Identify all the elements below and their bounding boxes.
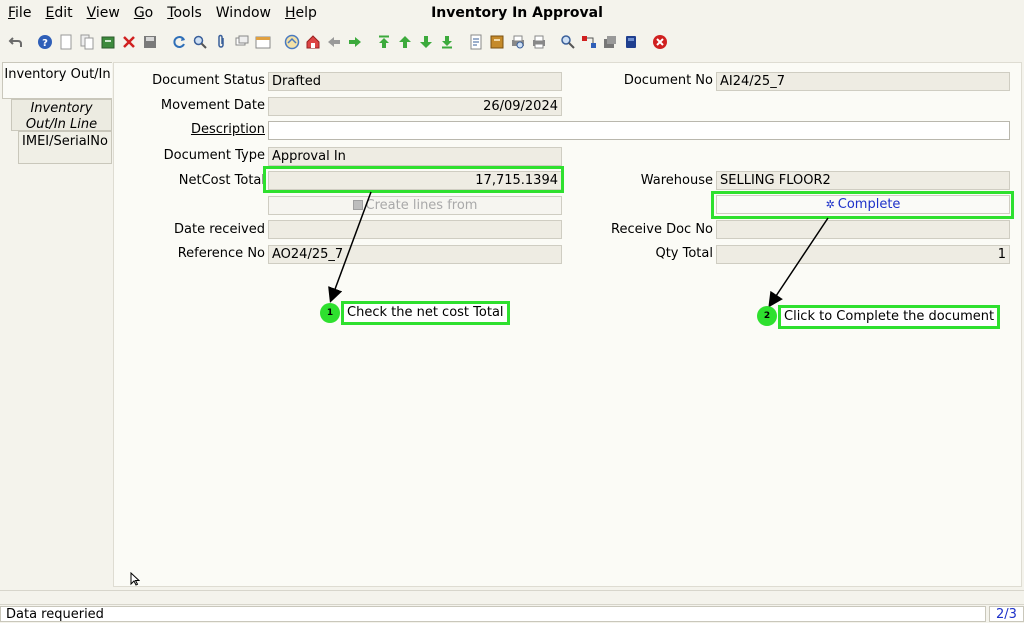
document-type-label: Document Type	[163, 148, 265, 163]
home-page-icon[interactable]	[303, 32, 323, 52]
callout-2-text: Click to Complete the document	[778, 305, 1001, 329]
gear-icon: ✲	[825, 198, 835, 211]
end-icon[interactable]	[650, 32, 670, 52]
last-record-icon[interactable]	[437, 32, 457, 52]
menu-edit[interactable]: Edit	[38, 0, 79, 26]
document-no-label: Document No	[623, 73, 713, 88]
new-record-icon[interactable]	[56, 32, 76, 52]
mouse-cursor	[130, 572, 140, 586]
save-icon[interactable]	[140, 32, 160, 52]
document-status-label: Document Status	[152, 73, 265, 88]
zoom-across-icon[interactable]	[558, 32, 578, 52]
receive-doc-no-label: Receive Doc No	[611, 222, 713, 237]
archive-icon[interactable]	[98, 32, 118, 52]
next-record-icon[interactable]	[416, 32, 436, 52]
callout-1-text: Check the net cost Total	[341, 301, 510, 325]
archived-documents-icon[interactable]	[487, 32, 507, 52]
product-info-icon[interactable]	[621, 32, 641, 52]
description-input[interactable]	[268, 121, 1010, 140]
chat-icon[interactable]	[232, 32, 252, 52]
menu-bar: File Edit View Go Tools Window Help	[0, 0, 1024, 26]
find-icon[interactable]	[190, 32, 210, 52]
receive-doc-no-field[interactable]	[716, 220, 1010, 239]
movement-date-label: Movement Date	[160, 98, 265, 113]
menu-file[interactable]: File	[0, 0, 38, 26]
description-label: Description	[190, 122, 265, 137]
previous-record-icon[interactable]	[395, 32, 415, 52]
warehouse-field[interactable]: SELLING FLOOR2	[716, 171, 1010, 190]
menu-go[interactable]: Go	[127, 0, 160, 26]
menu-window[interactable]: Window	[209, 0, 278, 26]
document-type-field[interactable]: Approval In	[268, 147, 562, 166]
refresh-icon[interactable]	[169, 32, 189, 52]
menu-help[interactable]: Help	[278, 0, 324, 26]
netcost-total-field: 17,715.1394	[268, 171, 562, 190]
record-navigation-count[interactable]: 2/3	[989, 606, 1024, 622]
delete-icon[interactable]	[119, 32, 139, 52]
toolbar: ?	[0, 28, 1024, 56]
complete-button[interactable]: ✲ Complete	[716, 195, 1010, 214]
netcost-total-label: NetCost Total	[178, 173, 265, 188]
document-status-field: Drafted	[268, 72, 562, 91]
help-icon[interactable]: ?	[35, 32, 55, 52]
warehouse-label: Warehouse	[640, 173, 713, 188]
menu-tools[interactable]: Tools	[160, 0, 209, 26]
back-icon[interactable]	[324, 32, 344, 52]
create-lines-icon	[352, 200, 363, 210]
attachment-icon[interactable]	[211, 32, 231, 52]
print-icon[interactable]	[529, 32, 549, 52]
menu-view[interactable]: View	[80, 0, 127, 26]
forward-icon[interactable]	[345, 32, 365, 52]
tab-imei-serialno[interactable]: IMEI/SerialNo	[18, 131, 112, 164]
date-received-field[interactable]	[268, 220, 562, 239]
report-icon[interactable]	[466, 32, 486, 52]
tab-inventory-out-in[interactable]: Inventory Out/In	[2, 62, 112, 99]
home-icon[interactable]	[282, 32, 302, 52]
document-no-field[interactable]: AI24/25_7	[716, 72, 1010, 91]
print-preview-icon[interactable]	[508, 32, 528, 52]
qty-total-label: Qty Total	[655, 246, 713, 261]
tab-inventory-out-in-line[interactable]: Inventory Out/In Line	[11, 99, 112, 132]
create-lines-from-button[interactable]: Create lines from	[268, 196, 562, 215]
qty-total-field: 1	[716, 245, 1010, 264]
copy-record-icon[interactable]	[77, 32, 97, 52]
undo-icon[interactable]	[6, 32, 26, 52]
callout-2-badge: 2	[757, 306, 777, 326]
first-record-icon[interactable]	[374, 32, 394, 52]
requests-icon[interactable]	[600, 32, 620, 52]
active-workflows-icon[interactable]	[579, 32, 599, 52]
info-strip	[0, 590, 1024, 605]
reference-no-label: Reference No	[177, 246, 265, 261]
svg-text:?: ?	[42, 38, 48, 49]
history-icon[interactable]	[253, 32, 273, 52]
callout-1-badge: 1	[320, 303, 340, 323]
status-message: Data requeried	[0, 606, 986, 622]
date-received-label: Date received	[174, 222, 265, 237]
movement-date-field[interactable]: 26/09/2024	[268, 97, 562, 116]
reference-no-field[interactable]: AO24/25_7	[268, 245, 562, 264]
